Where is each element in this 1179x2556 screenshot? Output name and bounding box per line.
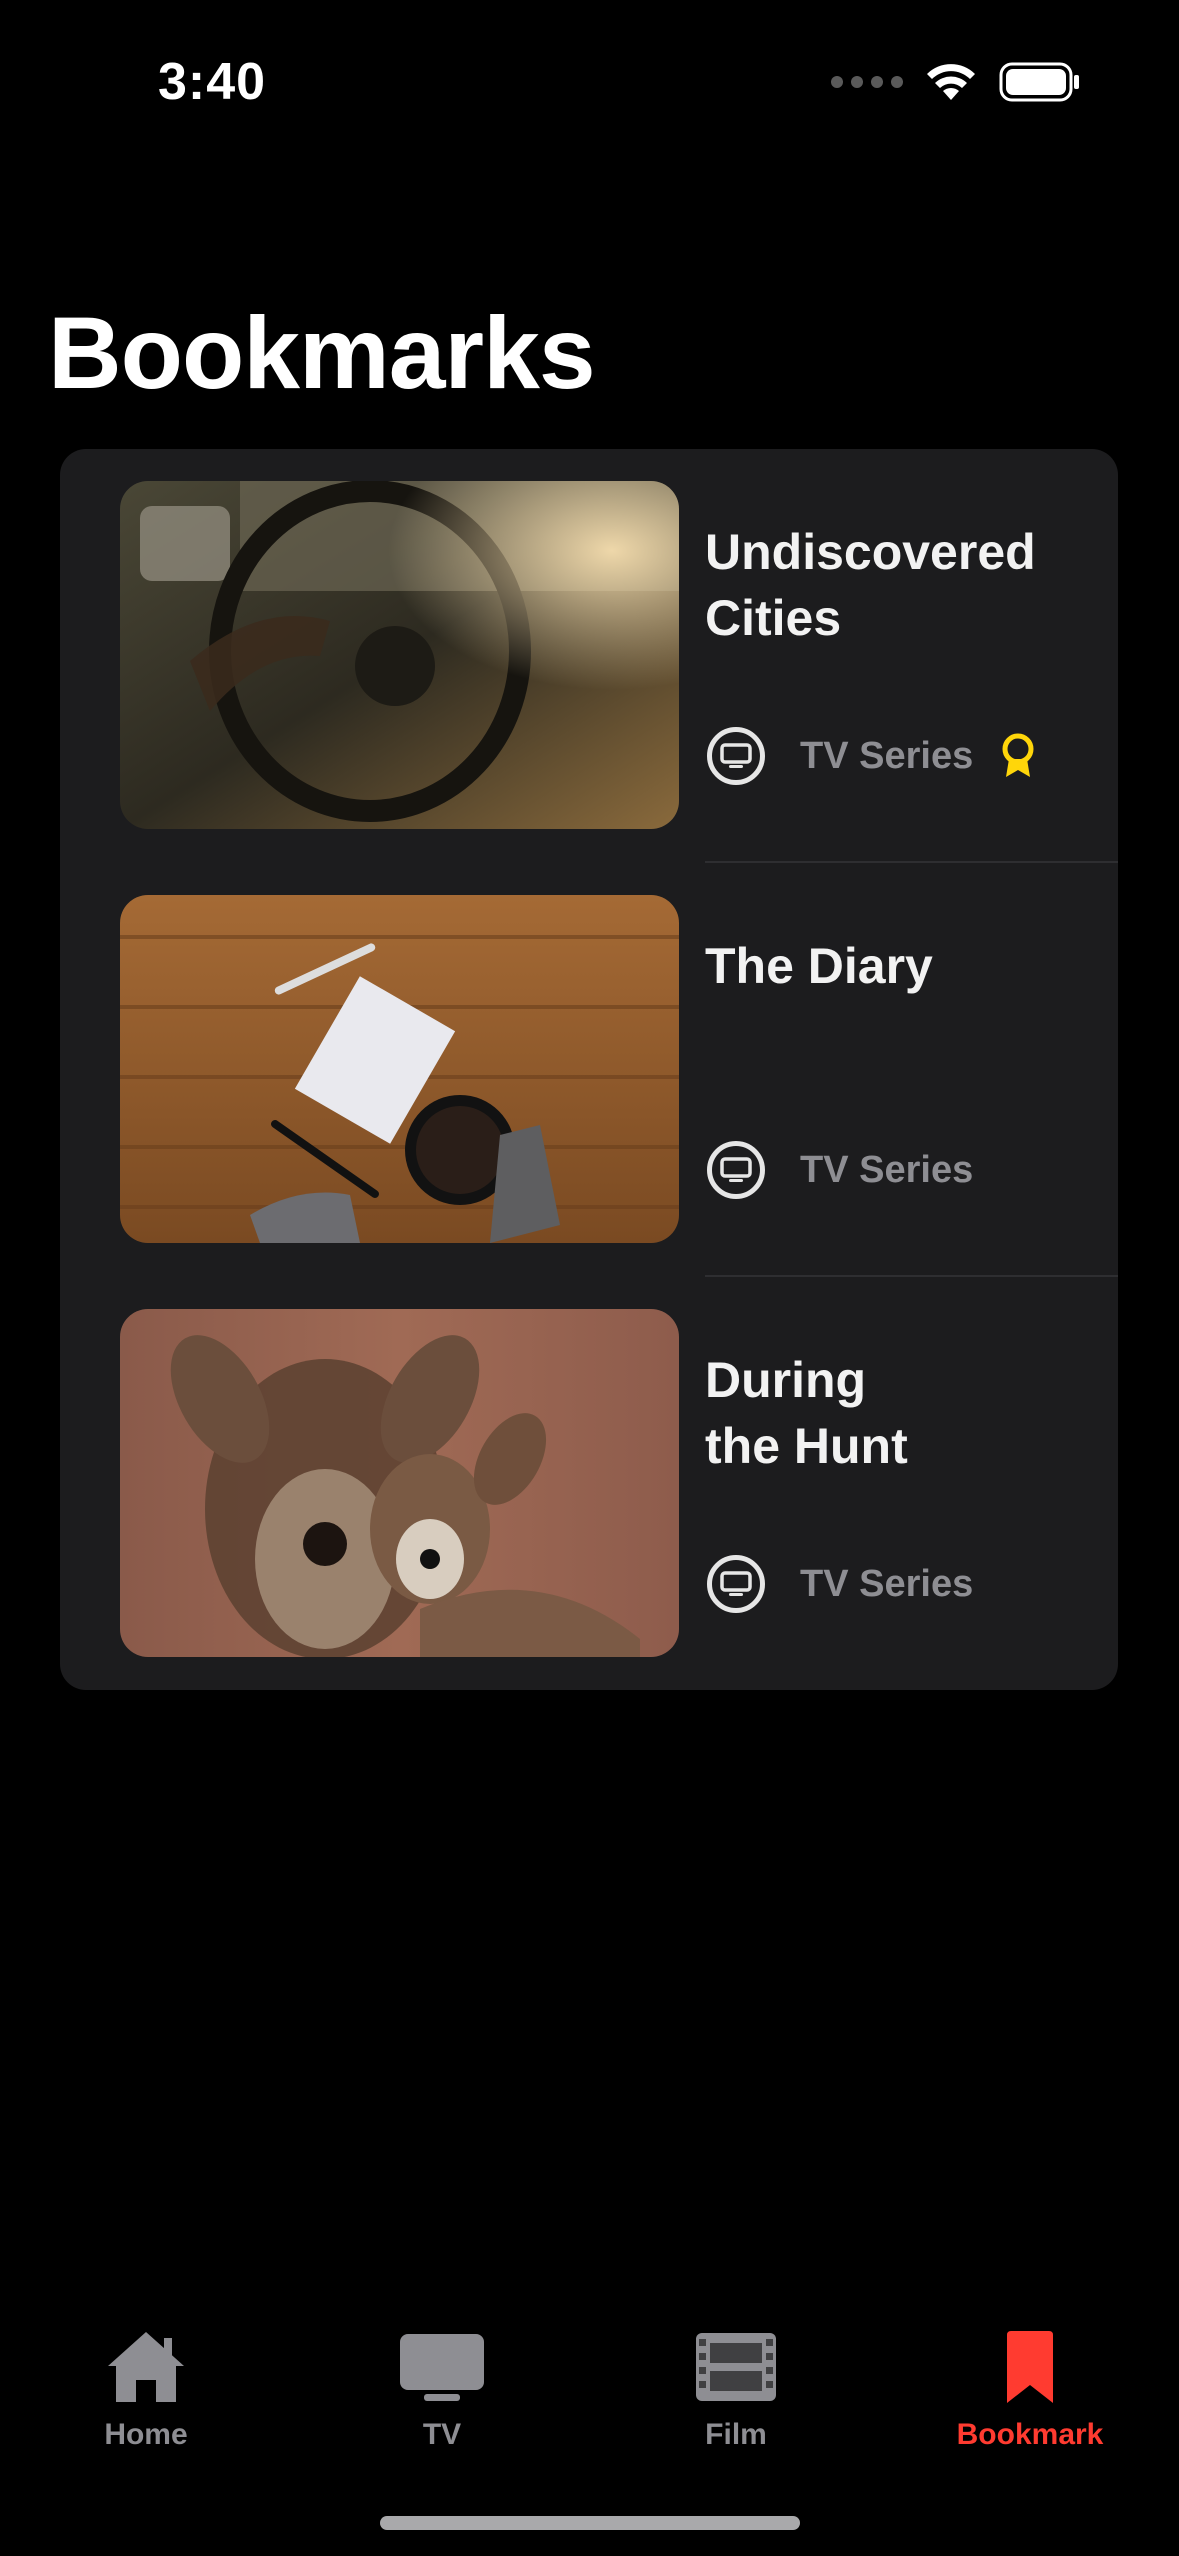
tv-icon bbox=[707, 1141, 765, 1199]
bookmark-icon bbox=[1007, 2331, 1053, 2403]
tab-label: TV bbox=[422, 2418, 462, 2451]
bookmark-item[interactable]: The Diary TV Series bbox=[60, 863, 1118, 1277]
wifi-icon bbox=[927, 64, 975, 100]
tab-bookmark[interactable]: Bookmark bbox=[910, 2310, 1150, 2460]
tab-label: Home bbox=[104, 2418, 188, 2451]
page-title: Bookmarks bbox=[48, 296, 596, 410]
bookmark-title-line: Undiscovered bbox=[705, 524, 1036, 580]
film-icon bbox=[696, 2333, 776, 2401]
bookmark-meta: TV Series bbox=[707, 1137, 973, 1203]
bookmark-item[interactable]: During the Hunt TV Series bbox=[60, 1277, 1118, 1690]
tv-icon bbox=[707, 1555, 765, 1613]
bookmark-thumbnail bbox=[120, 481, 679, 829]
tab-tv[interactable]: TV bbox=[322, 2310, 562, 2460]
bookmark-thumbnail bbox=[120, 895, 679, 1243]
bookmark-thumbnail bbox=[120, 1309, 679, 1657]
bookmark-title: During the Hunt bbox=[705, 1347, 1085, 1479]
tv-icon bbox=[707, 727, 765, 785]
tab-label: Bookmark bbox=[956, 2418, 1104, 2451]
bookmark-title: The Diary bbox=[705, 933, 1085, 999]
bookmark-type: TV Series bbox=[800, 734, 974, 777]
bookmark-title-line: the Hunt bbox=[705, 1418, 908, 1474]
bookmark-title-line: The Diary bbox=[705, 938, 933, 994]
bookmarks-screen: 3:40 Bookmarks Undiscovered Cities TV Se… bbox=[0, 0, 1179, 2556]
status-icons bbox=[831, 62, 1081, 102]
bookmark-meta: TV Series bbox=[707, 1551, 973, 1617]
award-icon bbox=[1002, 733, 1034, 777]
bookmarks-list: Undiscovered Cities TV Series The Diary … bbox=[60, 449, 1118, 1690]
tab-home[interactable]: Home bbox=[26, 2310, 266, 2460]
bookmark-type: TV Series bbox=[800, 1562, 974, 1605]
tab-bar: Home TV Film Bookmark bbox=[0, 2310, 1179, 2470]
bookmark-item[interactable]: Undiscovered Cities TV Series bbox=[60, 449, 1118, 863]
home-icon bbox=[108, 2332, 184, 2402]
cellular-signal-icon bbox=[831, 76, 903, 88]
bookmark-meta: TV Series bbox=[707, 723, 1037, 789]
bookmark-title: Undiscovered Cities bbox=[705, 519, 1085, 651]
status-time: 3:40 bbox=[158, 53, 267, 111]
home-indicator[interactable] bbox=[380, 2516, 800, 2530]
bookmark-type: TV Series bbox=[800, 1148, 974, 1191]
bookmark-title-line: Cities bbox=[705, 590, 842, 646]
tv-icon bbox=[400, 2334, 484, 2401]
bookmark-title-line: During bbox=[705, 1352, 867, 1408]
tab-film[interactable]: Film bbox=[616, 2310, 856, 2460]
battery-icon bbox=[999, 62, 1079, 102]
tab-label: Film bbox=[705, 2418, 767, 2451]
